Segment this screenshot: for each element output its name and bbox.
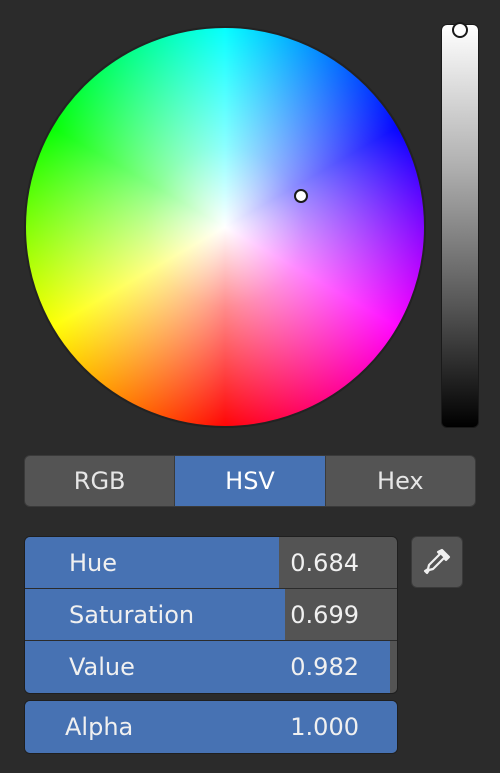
tab-hex[interactable]: Hex: [324, 456, 475, 506]
alpha-label: Alpha: [65, 713, 134, 741]
eyedropper-icon: [423, 548, 451, 575]
hue-label: Hue: [69, 549, 118, 577]
hue-value: 0.684: [290, 549, 359, 577]
saturation-field[interactable]: Saturation 0.699: [25, 589, 397, 641]
alpha-field[interactable]: Alpha 1.000: [25, 701, 397, 753]
color-wheel[interactable]: [24, 26, 426, 428]
value-label: Value: [69, 653, 135, 681]
tab-rgb[interactable]: RGB: [25, 456, 174, 506]
value-value: 0.982: [290, 653, 359, 681]
color-mode-tabs: RGB HSV Hex: [24, 455, 476, 507]
eyedropper-button[interactable]: [411, 536, 463, 588]
hue-field-fill: [25, 537, 280, 588]
tab-hsv[interactable]: HSV: [174, 456, 325, 506]
saturation-label: Saturation: [69, 601, 195, 629]
color-wheel-cursor[interactable]: [294, 189, 308, 203]
alpha-field-group: Alpha 1.000: [24, 700, 398, 754]
hue-field[interactable]: Hue 0.684: [25, 537, 397, 589]
alpha-value: 1.000: [290, 713, 359, 741]
hsv-fields: Hue 0.684 Saturation 0.699 Value 0.982 A…: [24, 536, 398, 754]
saturation-overlay: [24, 26, 426, 428]
hsv-field-group: Hue 0.684 Saturation 0.699 Value 0.982: [24, 536, 398, 694]
value-field[interactable]: Value 0.982: [25, 641, 397, 693]
value-slider-handle[interactable]: [452, 22, 468, 38]
value-slider[interactable]: [441, 22, 479, 428]
saturation-value: 0.699: [290, 601, 359, 629]
